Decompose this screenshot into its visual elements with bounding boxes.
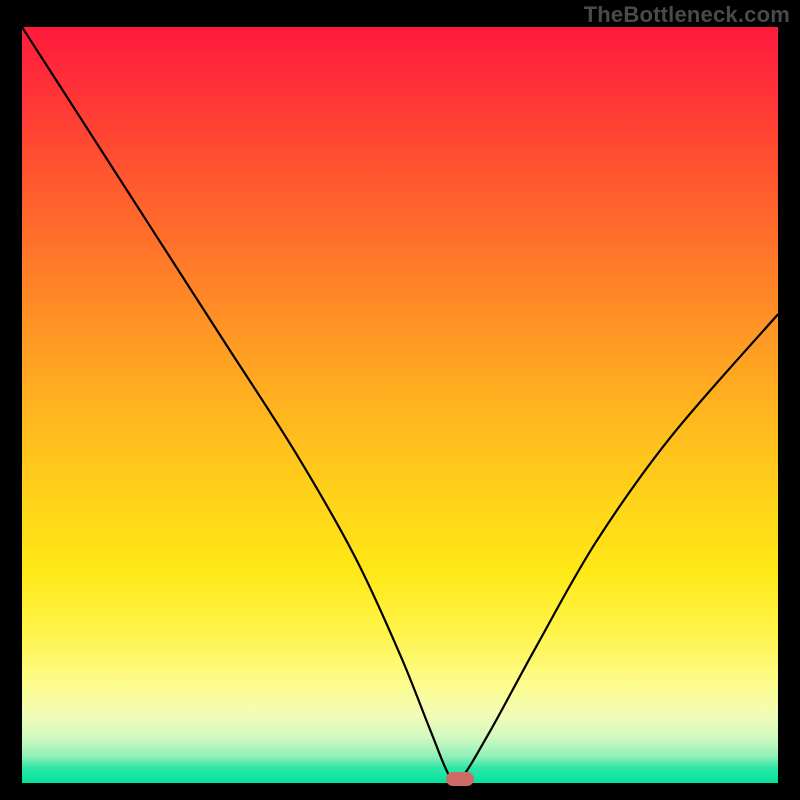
watermark-text: TheBottleneck.com [584, 2, 790, 28]
chart-frame: TheBottleneck.com [0, 0, 800, 800]
bottleneck-curve [22, 27, 778, 783]
plot-area [22, 27, 778, 783]
optimal-marker [446, 772, 474, 786]
